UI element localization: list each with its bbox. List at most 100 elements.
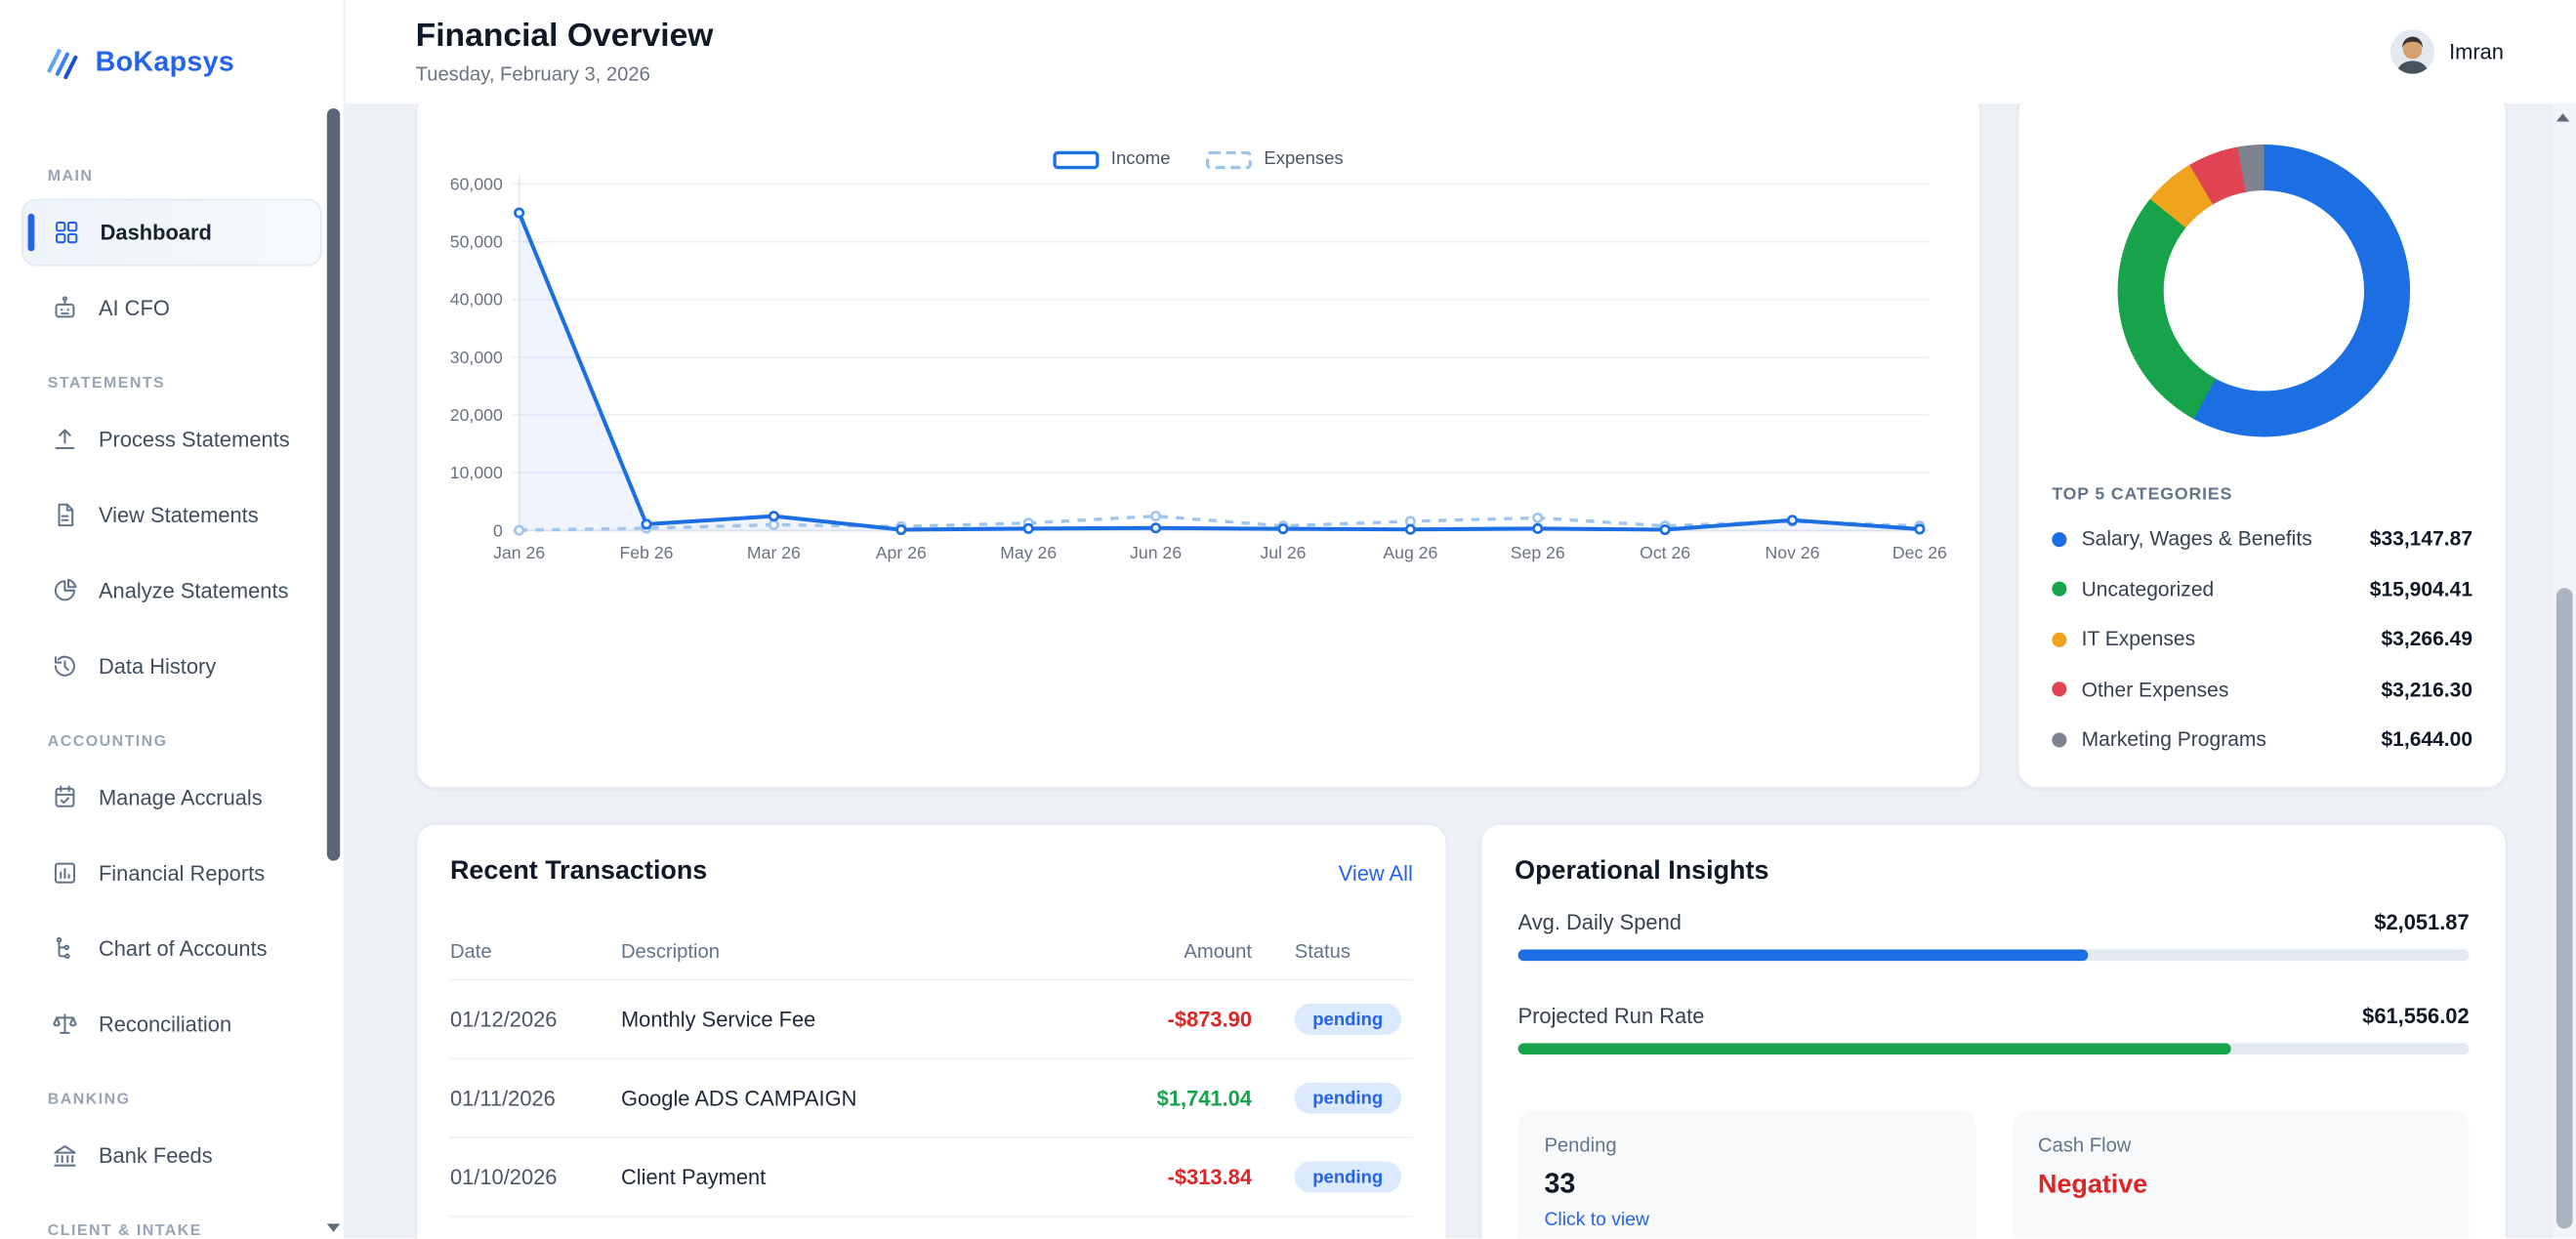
category-row-salary-wages-benefits: Salary, Wages & Benefits$33,147.87: [2052, 515, 2472, 564]
metric-progress-track: [1518, 949, 2470, 961]
topbar: Financial Overview Tuesday, February 3, …: [345, 0, 2550, 103]
transaction-row[interactable]: 01/12/2026Monthly Service Fee-$873.90pen…: [450, 980, 1413, 1059]
category-amount: $3,216.30: [2381, 678, 2472, 701]
svg-text:50,000: 50,000: [450, 231, 503, 251]
sidebar-item-label: Analyze Statements: [99, 578, 289, 602]
nav-section-label-statements: STATEMENTS: [48, 375, 322, 393]
nav-section-label-accounting: ACCOUNTING: [48, 732, 322, 751]
sidebar: BoKapsys MAINDashboardAI CFOSTATEMENTSPr…: [0, 0, 345, 1239]
user-menu[interactable]: Imran: [2389, 29, 2503, 73]
sidebar-item-process-statements[interactable]: Process Statements: [21, 406, 322, 474]
sidebar-item-reconciliation[interactable]: Reconciliation: [21, 990, 322, 1057]
pending-count: 33: [1544, 1168, 1949, 1201]
sidebar-item-label: Dashboard: [101, 220, 212, 244]
transaction-status-cell: pending: [1252, 1161, 1413, 1192]
metric-progress-track: [1518, 1043, 2470, 1054]
page-scrollbar[interactable]: [2550, 103, 2576, 1239]
sidebar-item-label: Financial Reports: [99, 861, 265, 886]
insights-card-header: Operational Insights: [1482, 825, 2506, 888]
sidebar-item-ai-cfo[interactable]: AI CFO: [21, 274, 322, 342]
column-header-amount: Amount: [1061, 939, 1252, 963]
app-root: BoKapsys MAINDashboardAI CFOSTATEMENTSPr…: [0, 0, 2576, 1239]
scale-icon: [51, 1011, 79, 1039]
recent-transactions-card: Recent Transactions View All DateDescrip…: [416, 823, 1448, 1239]
metric-value: $61,556.02: [2362, 1004, 2469, 1028]
sidebar-item-bank-feeds[interactable]: Bank Feeds: [21, 1122, 322, 1189]
view-all-link[interactable]: View All: [1339, 860, 1413, 885]
category-row-uncategorized: Uncategorized$15,904.41: [2052, 564, 2472, 614]
transaction-row[interactable]: 01/10/2026Client Payment-$313.84 pending: [450, 1138, 1413, 1218]
pending-click-to-view-link[interactable]: Click to view: [1544, 1211, 1949, 1230]
transaction-amount: $1,741.04: [1061, 1086, 1252, 1110]
transaction-description: Client Payment: [621, 1165, 1061, 1189]
sidebar-item-label: Manage Accruals: [99, 785, 263, 809]
category-label: Salary, Wages & Benefits: [2082, 527, 2312, 551]
category-label: Uncategorized: [2082, 578, 2215, 601]
sidebar-item-data-history[interactable]: Data History: [21, 633, 322, 700]
sidebar-scrollbar[interactable]: [327, 105, 340, 1216]
svg-text:0: 0: [493, 520, 503, 540]
column-header-date: Date: [450, 939, 621, 963]
svg-text:20,000: 20,000: [450, 405, 503, 425]
income-expenses-chart-card: Income Expenses 010,00020,00030,00040,00…: [416, 103, 1981, 789]
sidebar-item-analyze-statements[interactable]: Analyze Statements: [21, 557, 322, 624]
scroll-up-arrow[interactable]: [2556, 113, 2569, 121]
category-row-marketing-programs: Marketing Programs$1,644.00: [2052, 715, 2472, 764]
cashflow-label: Cash Flow: [2038, 1134, 2443, 1157]
accounts-tree-icon: [51, 934, 79, 963]
svg-text:Aug 26: Aug 26: [1383, 543, 1437, 562]
sidebar-item-label: Process Statements: [99, 427, 290, 451]
sidebar-item-manage-accruals[interactable]: Manage Accruals: [21, 764, 322, 831]
transaction-row[interactable]: 01/11/2026Google ADS CAMPAIGN$1,741.04pe…: [450, 1059, 1413, 1138]
svg-text:40,000: 40,000: [450, 290, 503, 310]
transaction-amount: -$873.90: [1061, 1007, 1252, 1031]
category-color-dot: [2052, 732, 2066, 747]
transaction-date: 01/10/2026: [450, 1165, 621, 1189]
transaction-row[interactable]: 01/09/2026ACH Credit Received-$2,068.14p…: [450, 1218, 1413, 1239]
sidebar-item-label: Reconciliation: [99, 1012, 231, 1036]
page-heading: Financial Overview Tuesday, February 3, …: [416, 19, 714, 86]
expenses-legend-item[interactable]: Expenses: [1207, 149, 1344, 169]
status-badge: pending: [1295, 1004, 1401, 1035]
transactions-header-row: DateDescriptionAmountStatus: [450, 939, 1413, 980]
metric-progress-fill: [1518, 949, 2089, 961]
sidebar-scrollbar-thumb[interactable]: [327, 108, 340, 861]
sidebar-nav: MAINDashboardAI CFOSTATEMENTSProcess Sta…: [0, 121, 344, 1238]
pending-label: Pending: [1544, 1134, 1949, 1157]
sidebar-item-label: Bank Feeds: [99, 1143, 213, 1168]
svg-text:Oct 26: Oct 26: [1640, 543, 1690, 562]
svg-text:Jul 26: Jul 26: [1260, 543, 1306, 562]
status-badge: pending: [1295, 1083, 1401, 1114]
income-legend-item[interactable]: Income: [1054, 149, 1171, 169]
expenses-legend-label: Expenses: [1264, 149, 1343, 169]
insights-body: Avg. Daily Spend$2,051.87Projected Run R…: [1482, 887, 2506, 1238]
category-color-dot: [2052, 632, 2066, 646]
page-scrollbar-thumb[interactable]: [2556, 588, 2573, 1228]
category-color-dot: [2052, 682, 2066, 697]
svg-text:Apr 26: Apr 26: [876, 543, 927, 562]
nav-section-label-banking: BANKING: [48, 1091, 322, 1109]
transactions-table: DateDescriptionAmountStatus01/12/2026Mon…: [450, 939, 1413, 1238]
income-legend-label: Income: [1111, 149, 1171, 169]
metric-progress-fill: [1518, 1043, 2232, 1054]
top-categories-heading: TOP 5 CATEGORIES: [2052, 484, 2232, 504]
column-header-description: Description: [621, 939, 1061, 963]
brand-logo-icon: [43, 43, 82, 82]
sidebar-item-label: AI CFO: [99, 296, 170, 320]
status-badge: pending: [1295, 1161, 1401, 1192]
category-amount: $3,266.49: [2381, 628, 2472, 651]
transaction-amount: -$313.84: [1061, 1165, 1252, 1189]
brand-logo[interactable]: BoKapsys: [0, 0, 344, 121]
insights-metrics: Avg. Daily Spend$2,051.87Projected Run R…: [1518, 910, 2470, 1054]
metric-label: Avg. Daily Spend: [1518, 910, 1682, 934]
sidebar-item-dashboard[interactable]: Dashboard: [21, 199, 322, 267]
metric-avg-daily-spend: Avg. Daily Spend$2,051.87: [1518, 910, 2470, 961]
svg-text:30,000: 30,000: [450, 348, 503, 367]
sidebar-item-financial-reports[interactable]: Financial Reports: [21, 840, 322, 907]
cashflow-box: Cash Flow Negative: [2012, 1110, 2470, 1238]
sidebar-item-chart-of-accounts[interactable]: Chart of Accounts: [21, 915, 322, 982]
operational-insights-card: Operational Insights Avg. Daily Spend$2,…: [1480, 823, 2507, 1239]
page-date: Tuesday, February 3, 2026: [416, 62, 714, 86]
sidebar-item-view-statements[interactable]: View Statements: [21, 481, 322, 549]
sidebar-scroll-down-arrow[interactable]: [325, 1218, 342, 1235]
